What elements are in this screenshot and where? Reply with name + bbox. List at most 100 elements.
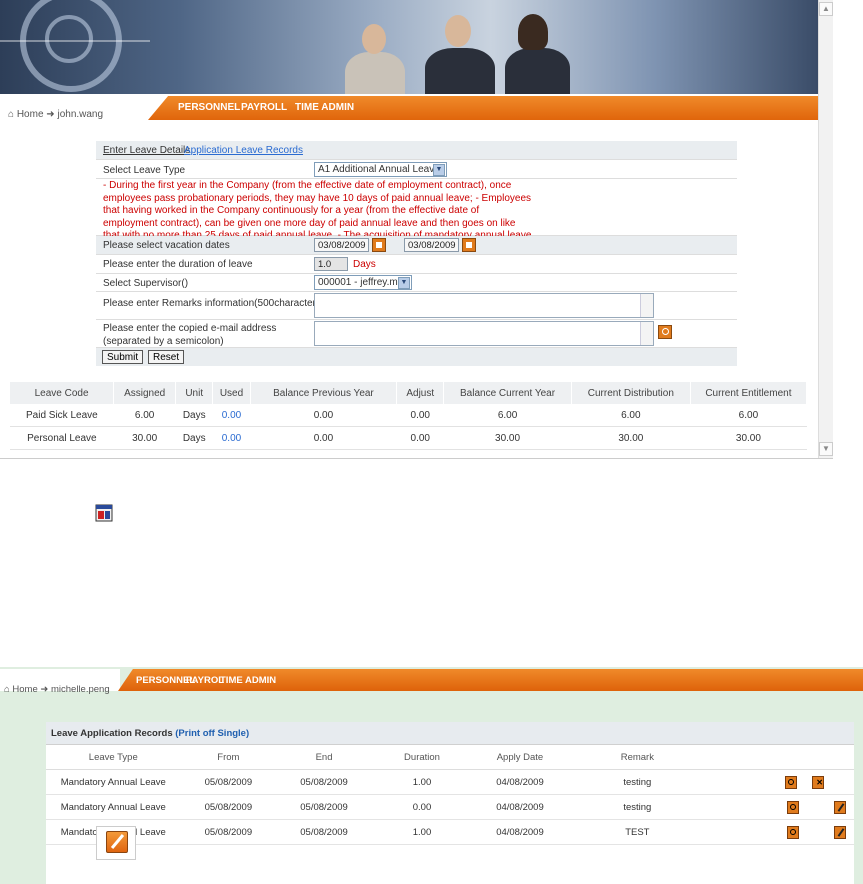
leave-type-select[interactable]: A1 Additional Annual Leave ▼ [314,162,447,177]
search-icon[interactable] [658,325,672,339]
table-row: Personal Leave 30.00 Days 0.00 0.00 0.00… [10,426,807,450]
breadcrumb-user: michelle.peng [50,684,110,695]
table-row[interactable]: Mandatory Annual Leave 05/08/2009 05/08/… [46,769,854,795]
tab-enter-leave-details[interactable]: Enter Leave Details [103,145,190,156]
table-row[interactable]: Mandatory Annual Leave 05/08/2009 05/08/… [46,819,854,845]
table-cell: Days [175,404,213,427]
duration-unit: Days [353,259,376,270]
scroll-down-icon[interactable]: ▼ [819,442,833,456]
person-graphic [425,48,495,94]
table-cell: 1.00 [371,819,473,845]
column-header: Current Entitlement [690,382,808,404]
table-cell: 0.00 [396,426,444,450]
reset-button[interactable]: Reset [148,350,185,364]
column-header: Balance Current Year [443,382,572,404]
date-from-input[interactable]: 03/08/2009 [314,238,369,252]
view-icon[interactable] [784,775,797,789]
calendar-icon [95,504,113,522]
menu-time-admin[interactable]: TIME ADMIN [220,675,276,686]
edit-icon[interactable] [834,800,846,814]
menu-payroll[interactable]: PAYROL [186,675,224,686]
header-banner-image [0,0,818,94]
menu-personnel[interactable]: PERSONNEL [178,102,240,113]
date-to-input[interactable]: 03/08/2009 [404,238,459,252]
home-icon[interactable]: ⌂ [4,684,10,695]
column-header: Remark [567,745,707,770]
table-cell: 30.00 [571,426,691,450]
breadcrumb: ⌂ Home ➜ john.wang [8,109,103,120]
table-cell: 30.00 [443,426,572,450]
dates-label: Please select vacation dates [103,240,230,251]
textarea-scrollbar[interactable] [640,322,653,345]
tab-application-leave-records[interactable]: Application Leave Records [184,145,303,156]
remarks-textarea[interactable] [314,293,654,318]
duration-row: Please enter the duration of leave 1.0 D… [96,255,737,274]
used-link[interactable]: 0.00 [212,404,251,427]
calendar-icon[interactable] [462,238,476,252]
edit-icon[interactable] [834,825,846,839]
menu-payroll[interactable]: PAYROLL [241,102,287,113]
records-header: Leave Application Records (Print off Sin… [46,722,854,745]
edit-icon-large [96,826,136,860]
table-cell: Mandatory Annual Leave [46,794,181,820]
breadcrumb-home[interactable]: Home [12,684,37,695]
column-header: Assigned [113,382,177,404]
print-off-single-link[interactable]: (Print off Single) [175,728,249,739]
actions-header [706,745,854,770]
table-cell: 05/08/2009 [276,819,372,845]
table-cell: 0.00 [396,404,444,427]
leave-type-row: Select Leave Type A1 Additional Annual L… [96,161,737,179]
email-label: Please enter the copied e-mail address (… [103,323,277,347]
remarks-label: Please enter Remarks information(500char… [103,298,325,309]
chevron-down-icon: ▼ [398,277,410,289]
email-textarea[interactable] [314,321,654,346]
vacation-dates-row: Please select vacation dates 03/08/2009 … [96,236,737,255]
table-cell: 05/08/2009 [180,769,277,795]
table-cell: 04/08/2009 [472,769,568,795]
breadcrumb-user: john.wang [57,109,104,120]
table-cell: 30.00 [113,426,176,450]
column-header: Used [212,382,251,404]
leave-records-table: Leave Type From End Duration Apply Date … [46,745,854,845]
remarks-row: Please enter Remarks information(500char… [96,292,737,320]
table-cell: 05/08/2009 [276,769,372,795]
view-icon[interactable] [786,800,799,814]
table-cell: 0.00 [371,794,473,820]
duration-input[interactable]: 1.0 [314,257,348,271]
table-cell: testing [567,769,707,795]
table-cell: 6.00 [690,404,807,427]
submit-button[interactable]: Submit [102,350,144,364]
breadcrumb-home[interactable]: Home [17,109,44,120]
table-row: Paid Sick Leave 6.00 Days 0.00 0.00 0.00… [10,404,807,427]
records-title: Leave Application Records (Print off Sin… [51,728,250,739]
home-icon[interactable]: ⌂ [8,109,14,120]
pencil-icon [106,831,128,853]
table-cell: Personal Leave [10,426,114,450]
main-menu: PERSONNEL PAYROL TIME ADMIN [118,669,863,691]
scroll-up-icon[interactable]: ▲ [819,2,833,16]
view-icon[interactable] [786,825,799,839]
breadcrumb: ⌂ Home ➜ michelle.peng [4,684,110,695]
table-cell: 6.00 [443,404,572,427]
column-header: From [180,745,277,770]
table-cell: 04/08/2009 [472,819,568,845]
table-cell: 0.00 [250,426,397,450]
calendar-icon[interactable] [372,238,386,252]
table-cell: Paid Sick Leave [10,404,114,427]
textarea-scrollbar[interactable] [640,294,653,317]
supervisor-label: Select Supervisor() [103,278,189,289]
delete-icon[interactable]: ✕ [812,775,824,789]
leave-entry-screen: ⌂ Home ➜ john.wang PERSONNEL PAYROLL TIM… [0,0,833,459]
supervisor-select[interactable]: 000001 - jeffrey.mo ▼ [314,275,412,290]
table-cell: Mandatory Annual Leave [46,769,181,795]
table-cell: 0.00 [250,404,397,427]
table-cell: 05/08/2009 [180,819,277,845]
vertical-scrollbar[interactable]: ▲ ▼ [818,0,833,458]
column-header: Balance Previous Year [250,382,398,404]
eye-iris-graphic [45,15,93,63]
table-cell: Days [175,426,213,450]
table-header-row: Leave Type From End Duration Apply Date … [46,745,854,770]
table-row[interactable]: Mandatory Annual Leave 05/08/2009 05/08/… [46,794,854,820]
menu-time-admin[interactable]: TIME ADMIN [295,102,354,113]
used-link[interactable]: 0.00 [212,426,251,450]
